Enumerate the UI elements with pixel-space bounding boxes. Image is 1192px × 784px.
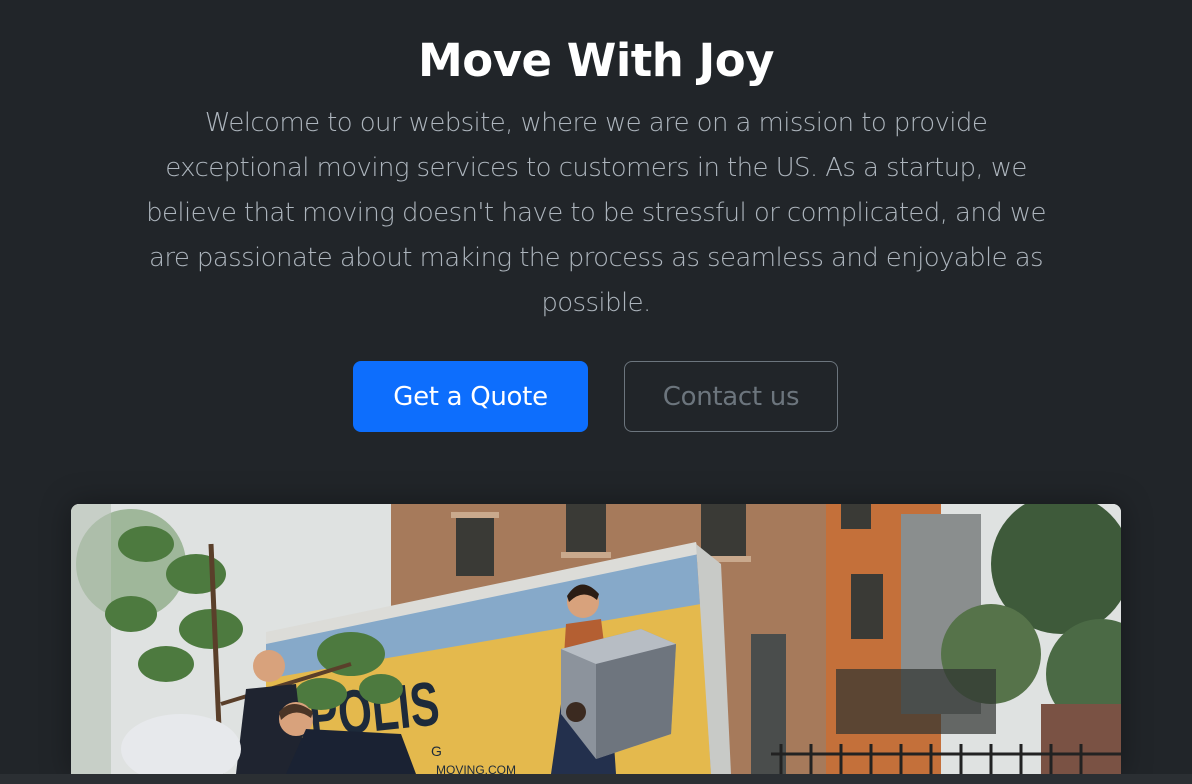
- page-bottom-divider: [0, 774, 1192, 784]
- hero-section: Move With Joy Welcome to our website, wh…: [0, 0, 1192, 784]
- page-title: Move With Joy: [418, 34, 774, 87]
- truck-subtext: G: [431, 743, 442, 759]
- hero-image: OPOLIS G MOVING.COM: [71, 504, 1121, 774]
- get-quote-button[interactable]: Get a Quote: [353, 361, 588, 432]
- contact-us-button[interactable]: Contact us: [624, 361, 838, 432]
- truck-url-text: MOVING.COM: [436, 763, 516, 774]
- hero-lead-text: Welcome to our website, where we are on …: [146, 108, 1046, 318]
